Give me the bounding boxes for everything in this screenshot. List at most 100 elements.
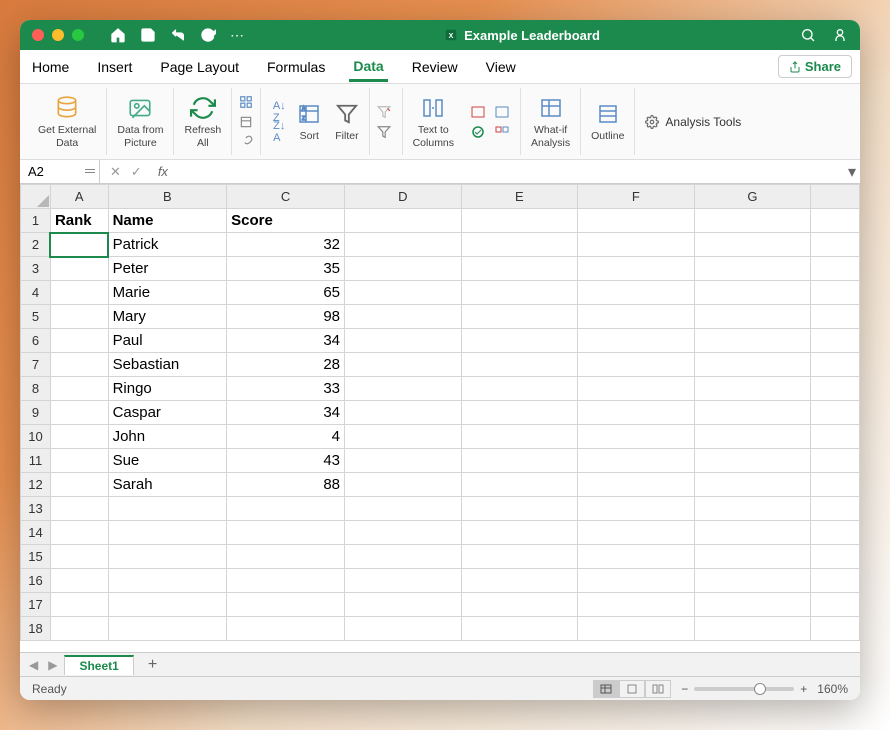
cell-A4[interactable] [50,281,108,305]
row-header-10[interactable]: 10 [21,425,51,449]
row-header-15[interactable]: 15 [21,545,51,569]
zoom-in-button[interactable]: + [800,682,807,696]
cell-E15[interactable] [461,545,578,569]
tab-data[interactable]: Data [349,52,387,82]
cell-F6[interactable] [578,329,695,353]
cell-G7[interactable] [694,353,811,377]
cell-C17[interactable] [227,593,345,617]
cell-E10[interactable] [461,425,578,449]
clear-filter-icon[interactable] [374,103,394,121]
cell-G1[interactable] [694,209,811,233]
row-header-2[interactable]: 2 [21,233,51,257]
consolidate-icon[interactable] [492,123,512,141]
next-sheet-icon[interactable]: ▶ [45,658,60,672]
cell-F11[interactable] [578,449,695,473]
cell-B18[interactable] [108,617,227,641]
cell-G4[interactable] [694,281,811,305]
cell-B7[interactable]: Sebastian [108,353,227,377]
cell-C13[interactable] [227,497,345,521]
cell-E6[interactable] [461,329,578,353]
cell-extra-6[interactable] [811,329,860,353]
cell-G16[interactable] [694,569,811,593]
get-external-data-button[interactable]: Get External Data [28,88,107,155]
cancel-formula-icon[interactable]: ✕ [110,164,121,180]
cell-extra-17[interactable] [811,593,860,617]
cell-C18[interactable] [227,617,345,641]
formula-expand-icon[interactable]: ▾ [844,162,860,182]
cell-A2[interactable] [50,233,108,257]
cell-D18[interactable] [345,617,462,641]
cell-C3[interactable]: 35 [227,257,345,281]
cell-A10[interactable] [50,425,108,449]
cell-C15[interactable] [227,545,345,569]
cell-A7[interactable] [50,353,108,377]
column-header-A[interactable]: A [50,185,108,209]
cell-B3[interactable]: Peter [108,257,227,281]
cell-extra-14[interactable] [811,521,860,545]
row-header-3[interactable]: 3 [21,257,51,281]
cell-G11[interactable] [694,449,811,473]
tab-view[interactable]: View [482,53,520,81]
save-icon[interactable] [140,27,156,43]
column-header-F[interactable]: F [578,185,695,209]
cell-D1[interactable] [345,209,462,233]
cell-F14[interactable] [578,521,695,545]
sheet-tab-sheet1[interactable]: Sheet1 [64,655,133,675]
cell-extra-11[interactable] [811,449,860,473]
cell-D7[interactable] [345,353,462,377]
cell-F16[interactable] [578,569,695,593]
cell-B9[interactable]: Caspar [108,401,227,425]
cell-extra-10[interactable] [811,425,860,449]
analysis-tools-button[interactable]: Analysis Tools [635,88,741,155]
row-header-14[interactable]: 14 [21,521,51,545]
cell-C12[interactable]: 88 [227,473,345,497]
column-header-E[interactable]: E [461,185,578,209]
cell-D16[interactable] [345,569,462,593]
sort-button[interactable]: AZ Sort [293,88,325,155]
column-header-D[interactable]: D [345,185,462,209]
cell-D13[interactable] [345,497,462,521]
cell-A5[interactable] [50,305,108,329]
cell-A18[interactable] [50,617,108,641]
tab-insert[interactable]: Insert [93,53,136,81]
cell-A3[interactable] [50,257,108,281]
what-if-button[interactable]: What-if Analysis [521,88,581,155]
prev-sheet-icon[interactable]: ◀ [26,658,41,672]
cell-B10[interactable]: John [108,425,227,449]
cell-C4[interactable]: 65 [227,281,345,305]
cell-E3[interactable] [461,257,578,281]
row-header-7[interactable]: 7 [21,353,51,377]
cell-G18[interactable] [694,617,811,641]
tab-home[interactable]: Home [28,53,73,81]
cell-B12[interactable]: Sarah [108,473,227,497]
cell-G3[interactable] [694,257,811,281]
cell-extra-12[interactable] [811,473,860,497]
cell-A16[interactable] [50,569,108,593]
cell-B2[interactable]: Patrick [108,233,227,257]
remove-duplicates-icon[interactable] [492,103,512,121]
zoom-out-button[interactable]: − [681,682,688,696]
cell-F1[interactable] [578,209,695,233]
select-all-corner[interactable] [21,185,51,209]
cell-C6[interactable]: 34 [227,329,345,353]
cell-B16[interactable] [108,569,227,593]
outline-button[interactable]: Outline [581,88,635,155]
cell-F13[interactable] [578,497,695,521]
cell-E13[interactable] [461,497,578,521]
column-header-C[interactable]: C [227,185,345,209]
cell-E1[interactable] [461,209,578,233]
row-header-12[interactable]: 12 [21,473,51,497]
cell-A14[interactable] [50,521,108,545]
cell-A13[interactable] [50,497,108,521]
properties-icon[interactable] [236,113,256,131]
sort-desc-icon[interactable]: Z↓A [269,123,289,141]
cell-E4[interactable] [461,281,578,305]
cell-D15[interactable] [345,545,462,569]
cell-F4[interactable] [578,281,695,305]
cell-C1[interactable]: Score [227,209,345,233]
zoom-level[interactable]: 160% [817,682,848,696]
flash-fill-icon[interactable] [468,103,488,121]
cell-F12[interactable] [578,473,695,497]
column-header-B[interactable]: B [108,185,227,209]
search-icon[interactable] [800,27,816,43]
